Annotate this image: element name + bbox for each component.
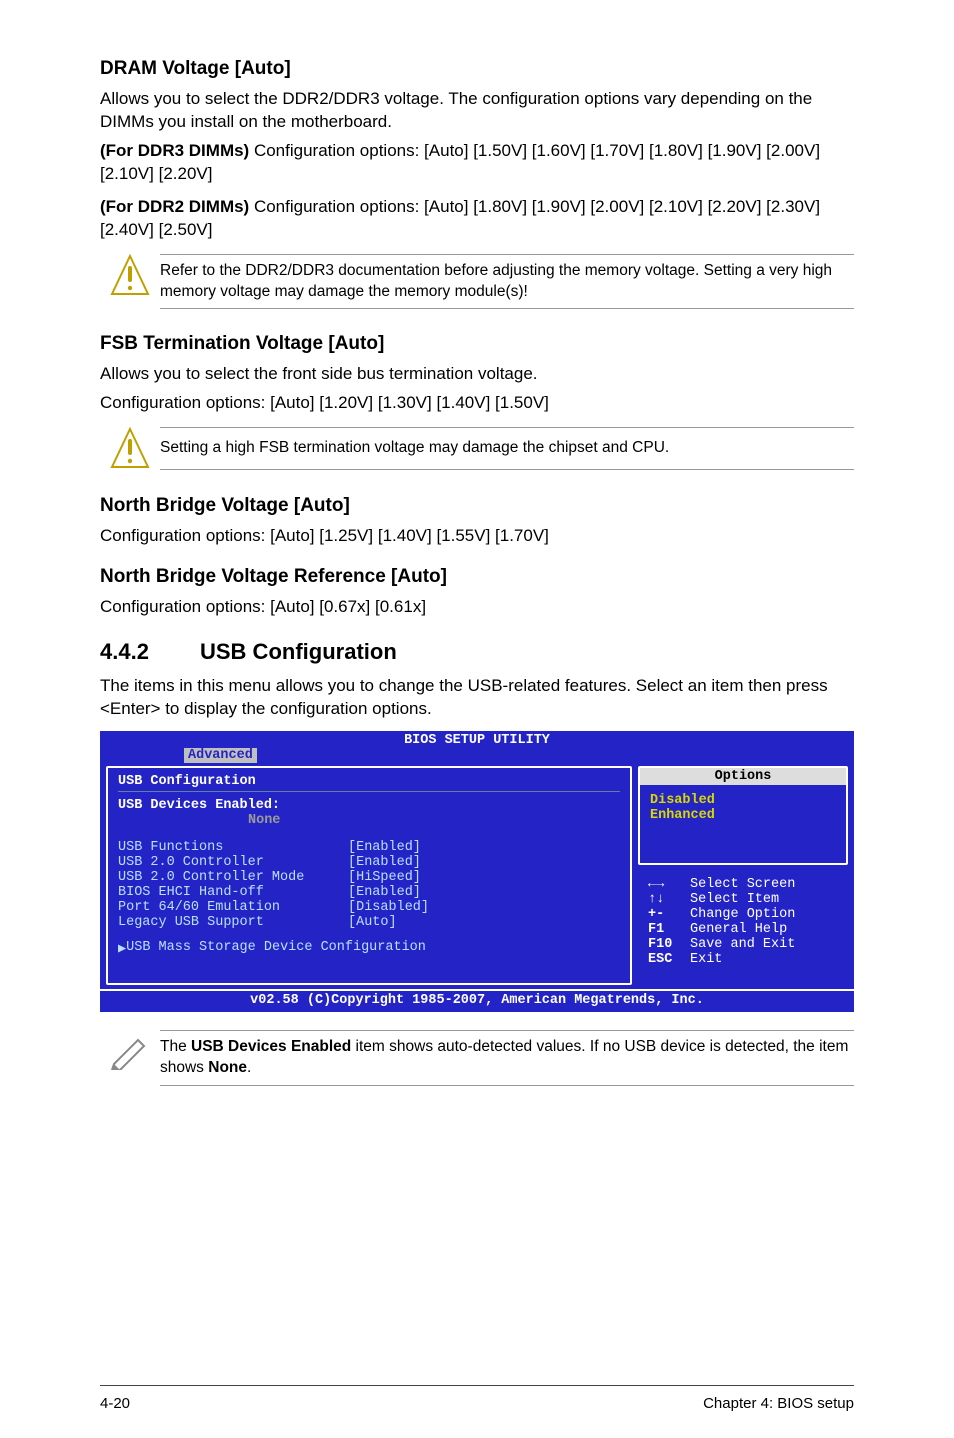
t1: The bbox=[160, 1038, 191, 1055]
bios-section-title: USB Configuration bbox=[118, 774, 620, 792]
usb-note-text: The USB Devices Enabled item shows auto-… bbox=[160, 1030, 854, 1086]
bios-submenu[interactable]: ▶ USB Mass Storage Device Configuration bbox=[118, 940, 620, 957]
dram-warning: Refer to the DDR2/DDR3 documentation bef… bbox=[100, 250, 854, 316]
nbv-title: North Bridge Voltage [Auto] bbox=[100, 495, 854, 517]
page-footer: 4-20 Chapter 4: BIOS setup bbox=[100, 1389, 854, 1412]
usb-note: The USB Devices Enabled item shows auto-… bbox=[100, 1026, 854, 1092]
fsb-p2: Configuration options: [Auto] [1.20V] [1… bbox=[100, 392, 854, 415]
bios-left-pane: USB Configuration USB Devices Enabled: N… bbox=[106, 766, 632, 985]
chapter-label: Chapter 4: BIOS setup bbox=[703, 1395, 854, 1412]
bios-footer: v02.58 (C)Copyright 1985-2007, American … bbox=[100, 989, 854, 1012]
bios-option[interactable]: Disabled bbox=[650, 793, 836, 808]
bios-screenshot: BIOS SETUP UTILITY Advanced USB Configur… bbox=[100, 731, 854, 1012]
help-key: F1 bbox=[648, 922, 690, 937]
usb-p1: The items in this menu allows you to cha… bbox=[100, 675, 854, 721]
nbvr-title: North Bridge Voltage Reference [Auto] bbox=[100, 566, 854, 588]
dram-title: DRAM Voltage [Auto] bbox=[100, 58, 854, 80]
nbv-p1: Configuration options: [Auto] [1.25V] [1… bbox=[100, 525, 854, 548]
bios-row-label: BIOS EHCI Hand-off bbox=[118, 885, 348, 900]
bios-row-label: Port 64/60 Emulation bbox=[118, 900, 348, 915]
dram-ddr3: (For DDR3 DIMMs) Configuration options: … bbox=[100, 140, 854, 186]
help-key: F10 bbox=[648, 937, 690, 952]
usb-heading: 4.4.2USB Configuration bbox=[100, 639, 854, 665]
bios-row[interactable]: USB 2.0 Controller Mode[HiSpeed] bbox=[118, 870, 620, 885]
fsb-warning: Setting a high FSB termination voltage m… bbox=[100, 423, 854, 477]
usb-title: USB Configuration bbox=[200, 639, 397, 664]
bios-row-value: [Enabled] bbox=[348, 855, 421, 870]
dram-p1: Allows you to select the DDR2/DDR3 volta… bbox=[100, 88, 854, 134]
bios-row-label: USB 2.0 Controller Mode bbox=[118, 870, 348, 885]
bios-help-box: ←→Select Screen ↑↓Select Item +-Change O… bbox=[638, 871, 848, 973]
fsb-title: FSB Termination Voltage [Auto] bbox=[100, 333, 854, 355]
ddr3-label: (For DDR3 DIMMs) bbox=[100, 141, 249, 160]
bios-tabbar: Advanced bbox=[100, 748, 854, 766]
help-text: Exit bbox=[690, 952, 722, 967]
bios-row-value: [Auto] bbox=[348, 915, 397, 930]
b2: None bbox=[208, 1059, 247, 1076]
b1: USB Devices Enabled bbox=[191, 1038, 351, 1055]
help-key: +- bbox=[648, 907, 690, 922]
bios-row[interactable]: USB 2.0 Controller[Enabled] bbox=[118, 855, 620, 870]
fsb-warn-text: Setting a high FSB termination voltage m… bbox=[160, 427, 854, 470]
bios-row-value: [Disabled] bbox=[348, 900, 429, 915]
bios-row-label: Legacy USB Support bbox=[118, 915, 348, 930]
help-text: Select Screen bbox=[690, 877, 795, 892]
bios-row-label: USB Functions bbox=[118, 840, 348, 855]
warning-icon bbox=[100, 427, 160, 471]
help-key: ↑↓ bbox=[648, 892, 690, 907]
bios-row-value: [Enabled] bbox=[348, 885, 421, 900]
dram-ddr2: (For DDR2 DIMMs) Configuration options: … bbox=[100, 196, 854, 242]
bios-submenu-label: USB Mass Storage Device Configuration bbox=[126, 940, 426, 957]
section-number: 4.4.2 bbox=[100, 639, 200, 665]
bios-title: BIOS SETUP UTILITY bbox=[100, 731, 854, 748]
help-text: General Help bbox=[690, 922, 787, 937]
triangle-icon: ▶ bbox=[118, 940, 126, 957]
bios-options-title: Options bbox=[640, 768, 846, 785]
help-text: Save and Exit bbox=[690, 937, 795, 952]
help-key: ESC bbox=[648, 952, 690, 967]
warning-icon bbox=[100, 254, 160, 298]
page-number: 4-20 bbox=[100, 1395, 130, 1412]
bios-row[interactable]: BIOS EHCI Hand-off[Enabled] bbox=[118, 885, 620, 900]
help-key: ←→ bbox=[648, 877, 690, 892]
bios-row[interactable]: Port 64/60 Emulation[Disabled] bbox=[118, 900, 620, 915]
bios-option[interactable]: Enhanced bbox=[650, 808, 836, 823]
t3: . bbox=[247, 1059, 251, 1076]
help-text: Change Option bbox=[690, 907, 795, 922]
nbvr-p1: Configuration options: [Auto] [0.67x] [0… bbox=[100, 596, 854, 619]
dram-warn-text: Refer to the DDR2/DDR3 documentation bef… bbox=[160, 254, 854, 310]
bios-row[interactable]: USB Functions[Enabled] bbox=[118, 840, 620, 855]
bios-devices-value: None bbox=[248, 813, 620, 828]
help-text: Select Item bbox=[690, 892, 779, 907]
note-icon bbox=[100, 1030, 160, 1070]
ddr2-label: (For DDR2 DIMMs) bbox=[100, 197, 249, 216]
bios-row-value: [HiSpeed] bbox=[348, 870, 421, 885]
bios-tab-advanced[interactable]: Advanced bbox=[184, 748, 257, 763]
fsb-p1: Allows you to select the front side bus … bbox=[100, 363, 854, 386]
bios-row-label: USB 2.0 Controller bbox=[118, 855, 348, 870]
bios-options-box: Options Disabled Enhanced bbox=[638, 766, 848, 865]
bios-row-value: [Enabled] bbox=[348, 840, 421, 855]
bios-row[interactable]: Legacy USB Support[Auto] bbox=[118, 915, 620, 930]
bios-devices-label: USB Devices Enabled: bbox=[118, 798, 620, 813]
